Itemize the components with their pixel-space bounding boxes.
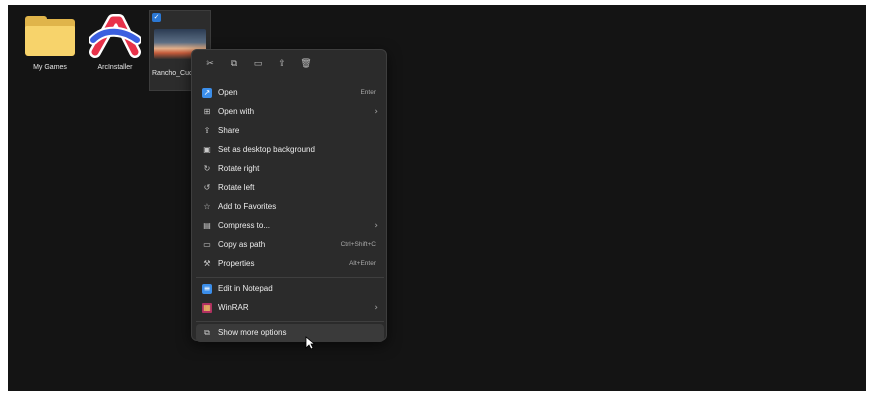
- menu-item-set-desktop-background[interactable]: ▣ Set as desktop background: [196, 141, 384, 159]
- copy-icon[interactable]: ⧉: [222, 57, 246, 71]
- menu-item-open-with[interactable]: ⊞ Open with ›: [196, 103, 384, 121]
- menu-item-show-more-options[interactable]: ⧉ Show more options: [196, 324, 384, 342]
- open-with-icon: ⊞: [203, 107, 211, 116]
- menu-separator: [196, 277, 384, 278]
- chevron-right-icon: ›: [374, 221, 378, 231]
- more-options-icon: ⧉: [204, 328, 210, 337]
- open-icon: ↗: [202, 88, 212, 98]
- chevron-right-icon: ›: [374, 303, 378, 313]
- menu-item-share[interactable]: ⇪ Share: [196, 122, 384, 140]
- menu-item-winrar[interactable]: ▦ WinRAR ›: [196, 299, 384, 317]
- menu-item-add-to-favorites[interactable]: ☆ Add to Favorites: [196, 198, 384, 216]
- delete-icon[interactable]: 🗑: [294, 57, 318, 71]
- context-menu-toolbar: ✂ ⧉ ▭ ⇪ 🗑: [198, 57, 318, 71]
- cut-icon[interactable]: ✂: [198, 57, 222, 71]
- menu-item-edit-in-notepad[interactable]: ≡ Edit in Notepad: [196, 280, 384, 298]
- desktop-icon-label: ArcInstaller: [97, 64, 133, 71]
- desktop: My Games ArcInstaller ✓ Rancho_Cuc nga_N…: [8, 5, 866, 391]
- context-menu: ✂ ⧉ ▭ ⇪ 🗑 ↗ Open Enter ⊞ Open with › ⇪ S…: [191, 49, 387, 342]
- desktop-background-icon: ▣: [203, 145, 211, 154]
- arc-logo: [88, 14, 142, 58]
- menu-item-open[interactable]: ↗ Open Enter: [196, 84, 384, 102]
- menu-item-properties[interactable]: ⚒ Properties Alt+Enter: [196, 255, 384, 273]
- menu-item-rotate-left[interactable]: ↺ Rotate left: [196, 179, 384, 197]
- winrar-icon: ▦: [202, 303, 212, 313]
- compress-icon: ▤: [203, 221, 211, 230]
- desktop-icon-my-games[interactable]: My Games: [19, 16, 81, 72]
- menu-item-compress-to[interactable]: ▤ Compress to... ›: [196, 217, 384, 235]
- menu-item-rotate-right[interactable]: ↻ Rotate right: [196, 160, 384, 178]
- folder-icon: [25, 16, 75, 58]
- wrench-icon: ⚒: [203, 259, 211, 268]
- notepad-icon: ≡: [202, 284, 212, 294]
- share-icon[interactable]: ⇪: [270, 57, 294, 71]
- desktop-icon-arcinstaller[interactable]: ArcInstaller: [84, 14, 146, 72]
- mouse-pointer-icon: [305, 336, 315, 350]
- menu-separator: [196, 321, 384, 322]
- menu-item-copy-as-path[interactable]: ▭ Copy as path Ctrl+Shift+C: [196, 236, 384, 254]
- star-icon: ☆: [203, 202, 211, 211]
- copy-path-icon: ▭: [203, 240, 211, 249]
- rotate-right-icon: ↻: [203, 164, 211, 173]
- chevron-right-icon: ›: [374, 107, 378, 117]
- rename-icon[interactable]: ▭: [246, 57, 270, 71]
- rotate-left-icon: ↺: [203, 183, 211, 192]
- selection-checkbox[interactable]: ✓: [152, 13, 161, 22]
- share-icon: ⇪: [203, 126, 211, 135]
- desktop-icon-label: My Games: [33, 64, 67, 71]
